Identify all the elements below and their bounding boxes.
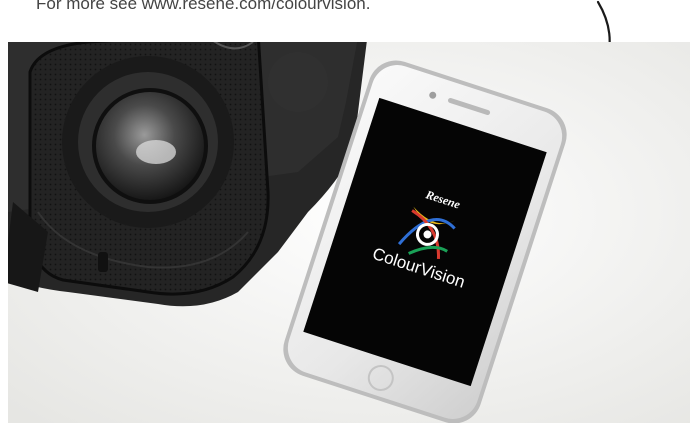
page: For more see www.resene.com/colourvision…: [0, 0, 690, 423]
product-photo: Resene ColourVision: [8, 42, 690, 423]
caption-text: For more see www.resene.com/colourvision…: [36, 0, 371, 13]
photo-illustration: Resene ColourVision: [8, 42, 690, 423]
